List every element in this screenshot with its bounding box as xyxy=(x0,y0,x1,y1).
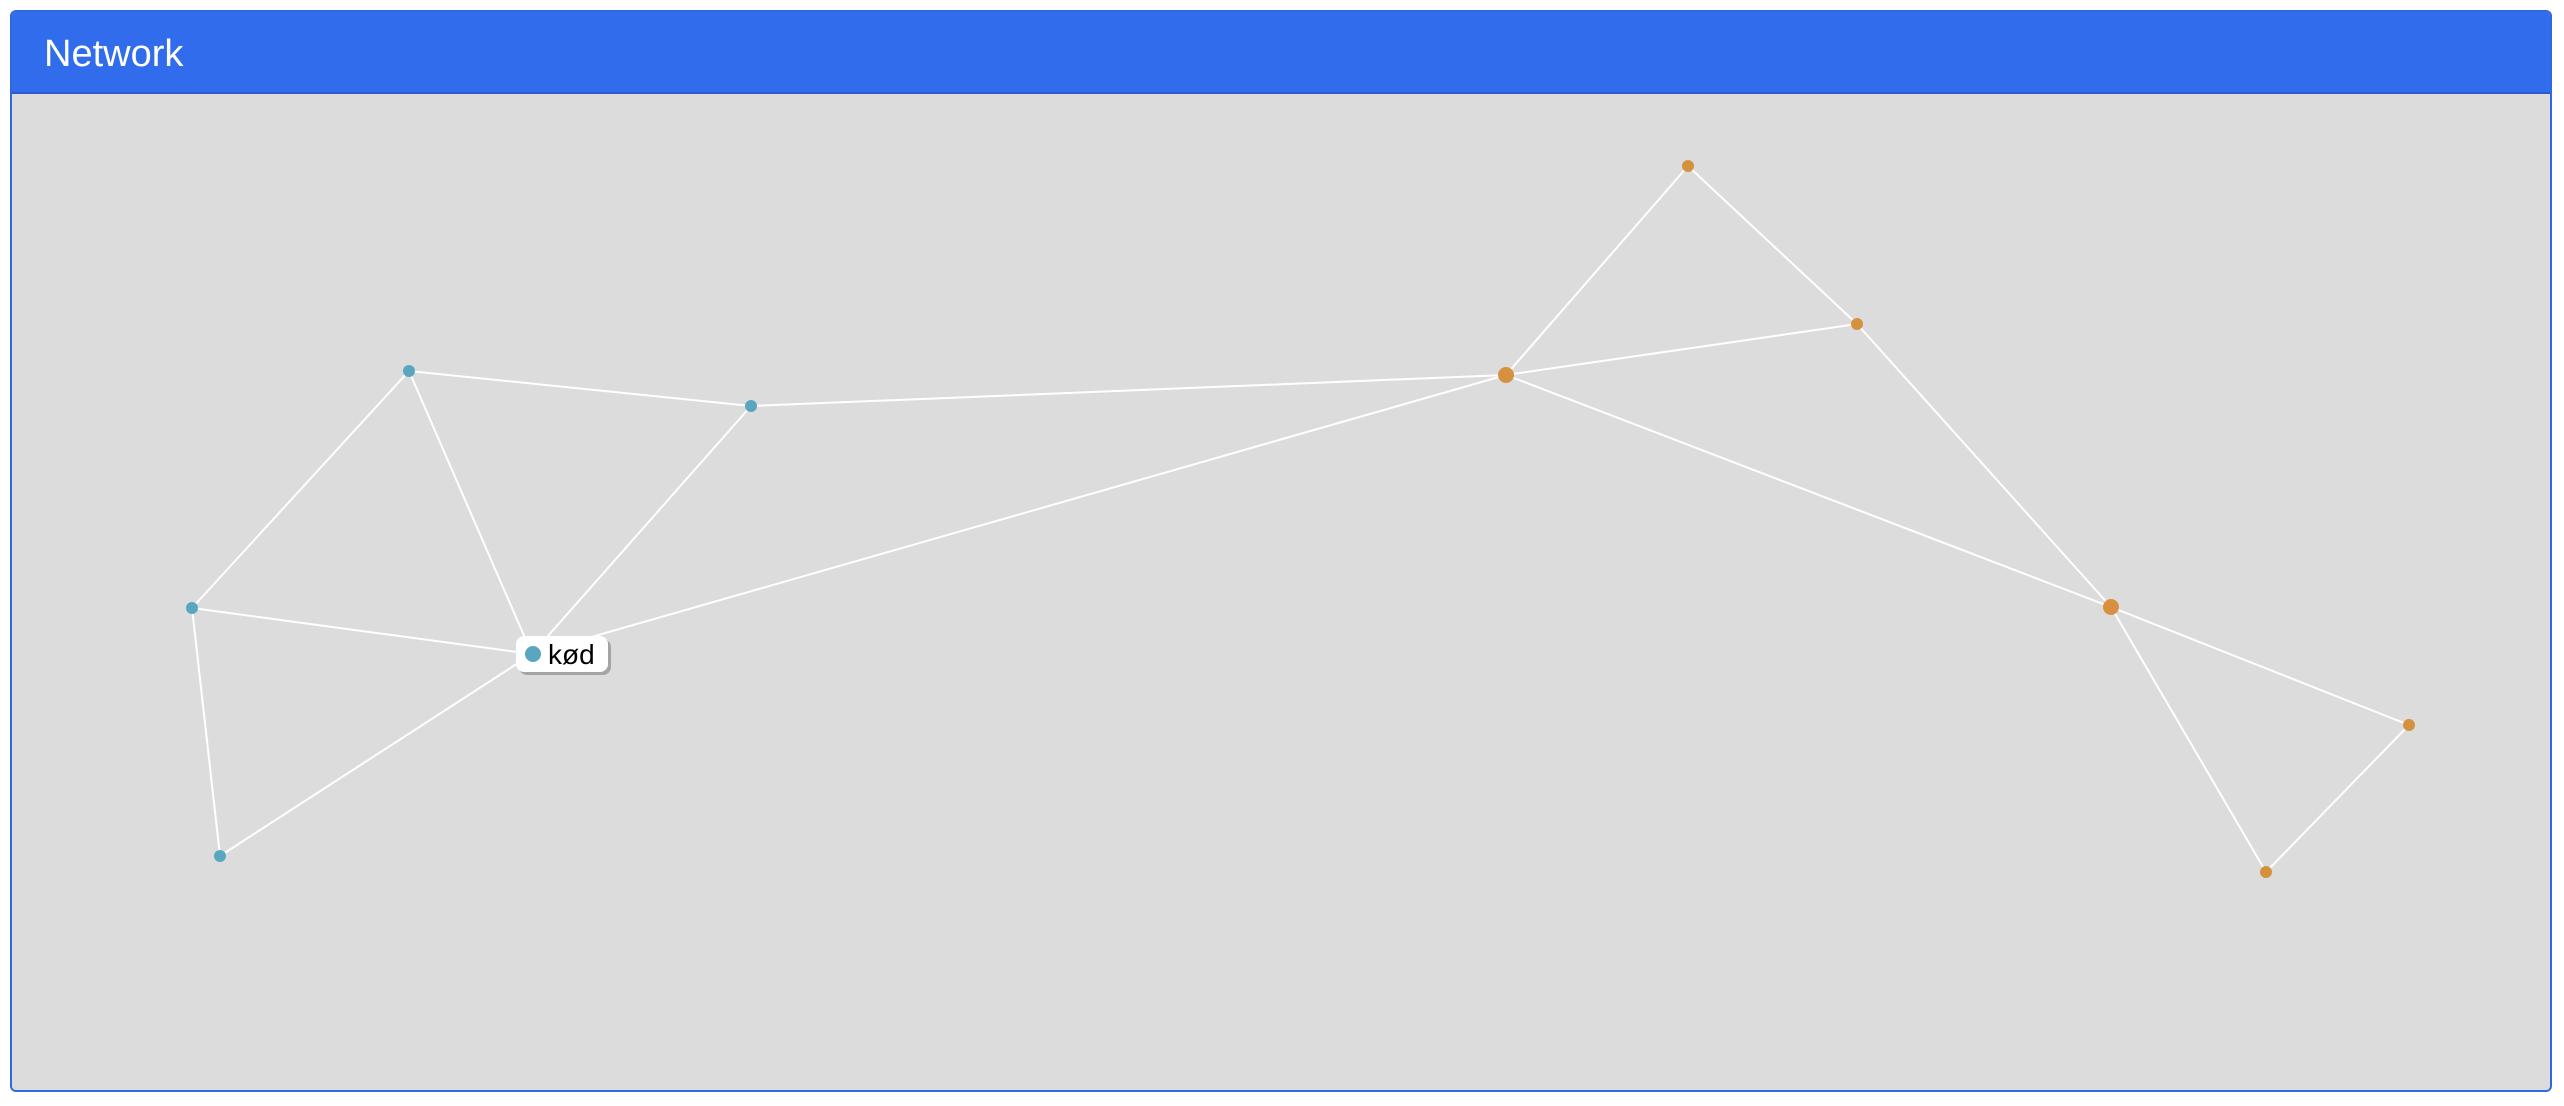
tooltip-node-swatch xyxy=(525,646,541,662)
node-n3[interactable] xyxy=(186,602,198,614)
edge-n4-o3 xyxy=(531,374,1507,655)
node-o6[interactable] xyxy=(2260,866,2272,878)
edge-o4-o5 xyxy=(2110,606,2410,726)
node-o1[interactable] xyxy=(1682,160,1694,172)
node-o3[interactable] xyxy=(1498,367,1514,383)
edge-n1-n3 xyxy=(191,370,410,609)
node-layer xyxy=(186,160,2415,878)
edge-o5-o6 xyxy=(2265,724,2410,873)
node-n2[interactable] xyxy=(745,400,757,412)
edge-o4-o6 xyxy=(2110,606,2267,873)
edge-o1-o2 xyxy=(1687,165,1858,325)
edge-n1-n2 xyxy=(408,370,752,407)
network-canvas[interactable]: kød xyxy=(12,94,2550,1090)
edge-n1-n4 xyxy=(408,370,533,655)
node-n5[interactable] xyxy=(214,850,226,862)
node-tooltip: kød xyxy=(516,636,611,675)
edge-n3-n4 xyxy=(191,607,533,655)
edge-n3-n5 xyxy=(191,607,221,857)
edge-n2-o3 xyxy=(750,374,1507,407)
tooltip-node-label: kød xyxy=(548,639,595,670)
edge-n4-n5 xyxy=(219,653,533,857)
edge-o2-o3 xyxy=(1505,323,1858,376)
edge-n2-n4 xyxy=(531,405,752,655)
network-panel: Network kød xyxy=(10,10,2552,1092)
edge-layer xyxy=(191,165,2410,873)
edge-o3-o4 xyxy=(1505,374,2112,608)
node-o2[interactable] xyxy=(1851,318,1863,330)
node-n1[interactable] xyxy=(403,365,415,377)
network-graph[interactable]: kød xyxy=(10,10,2552,1092)
edge-o2-o4 xyxy=(1856,323,2112,608)
node-o5[interactable] xyxy=(2403,719,2415,731)
node-o4[interactable] xyxy=(2103,599,2119,615)
edge-o1-o3 xyxy=(1505,165,1689,376)
